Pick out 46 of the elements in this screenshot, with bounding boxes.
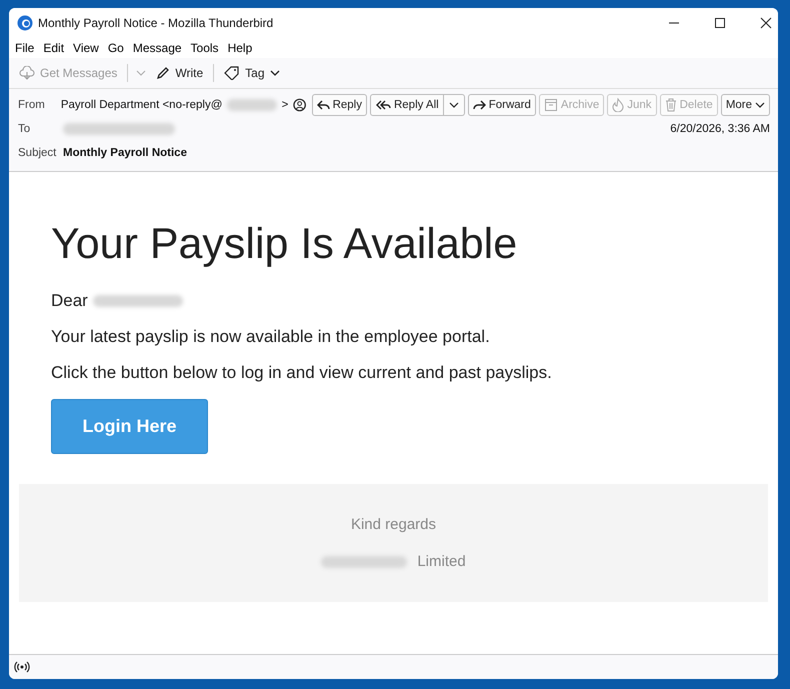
tag-icon bbox=[224, 66, 240, 80]
field-label: Subject bbox=[18, 147, 58, 159]
message-subject: Monthly Payroll Notice bbox=[63, 147, 187, 159]
redacted-text bbox=[227, 99, 277, 111]
menu-item[interactable]: View bbox=[73, 41, 99, 55]
cloud-download-icon bbox=[19, 66, 35, 80]
body-paragraph: Click the button below to log in and view current and past payslips. bbox=[51, 363, 553, 383]
reply-all-dropdown-button[interactable] bbox=[444, 94, 465, 116]
tag-button[interactable]: Tag bbox=[222, 64, 282, 82]
message-date: 6/20/2026, 3:36 AM bbox=[670, 123, 770, 135]
closing-text: Kind regards bbox=[350, 516, 436, 533]
pencil-icon bbox=[156, 66, 170, 80]
reply-all-button[interactable]: Reply All bbox=[370, 94, 444, 116]
forward-button[interactable]: Forward bbox=[468, 94, 536, 116]
close-icon[interactable] bbox=[760, 17, 772, 29]
contact-icon[interactable] bbox=[293, 98, 307, 112]
menu-item[interactable]: Tools bbox=[190, 41, 219, 55]
more-button[interactable]: More bbox=[720, 94, 770, 116]
menu-item[interactable]: Go bbox=[108, 41, 124, 55]
online-status-icon[interactable] bbox=[14, 661, 30, 673]
body-paragraph: Your latest payslip is now available in the employee portal. bbox=[51, 327, 491, 347]
caret-icon bbox=[270, 68, 280, 78]
menu-item[interactable]: Message bbox=[132, 41, 182, 55]
reply-all-icon bbox=[374, 99, 391, 111]
address-bracket: > bbox=[282, 99, 288, 111]
caret-icon bbox=[448, 100, 459, 110]
menu-item[interactable]: Edit bbox=[43, 41, 64, 55]
menu-item[interactable]: Help bbox=[228, 41, 252, 55]
maximize-icon[interactable] bbox=[714, 17, 726, 29]
field-label: From bbox=[18, 99, 46, 111]
trash-icon bbox=[664, 98, 677, 112]
forward-icon bbox=[472, 99, 486, 111]
email-heading: Your Payslip Is Available bbox=[51, 220, 518, 269]
menu-item[interactable]: File bbox=[15, 41, 34, 55]
reply-icon bbox=[316, 99, 330, 111]
app-logo-icon bbox=[17, 15, 33, 31]
sender-address: Payroll Department <no-reply@ bbox=[60, 99, 222, 111]
reply-button[interactable]: Reply bbox=[312, 94, 367, 116]
write-button[interactable]: Write bbox=[154, 64, 206, 82]
greeting-text: Dear bbox=[51, 291, 88, 311]
company-suffix: Limited bbox=[417, 553, 466, 570]
caret-icon bbox=[755, 100, 766, 110]
window-title: Monthly Payroll Notice - Mozilla Thunderbird bbox=[38, 16, 274, 30]
archive-box-icon bbox=[544, 98, 558, 112]
field-label: To bbox=[18, 123, 32, 135]
flame-icon bbox=[612, 98, 624, 112]
